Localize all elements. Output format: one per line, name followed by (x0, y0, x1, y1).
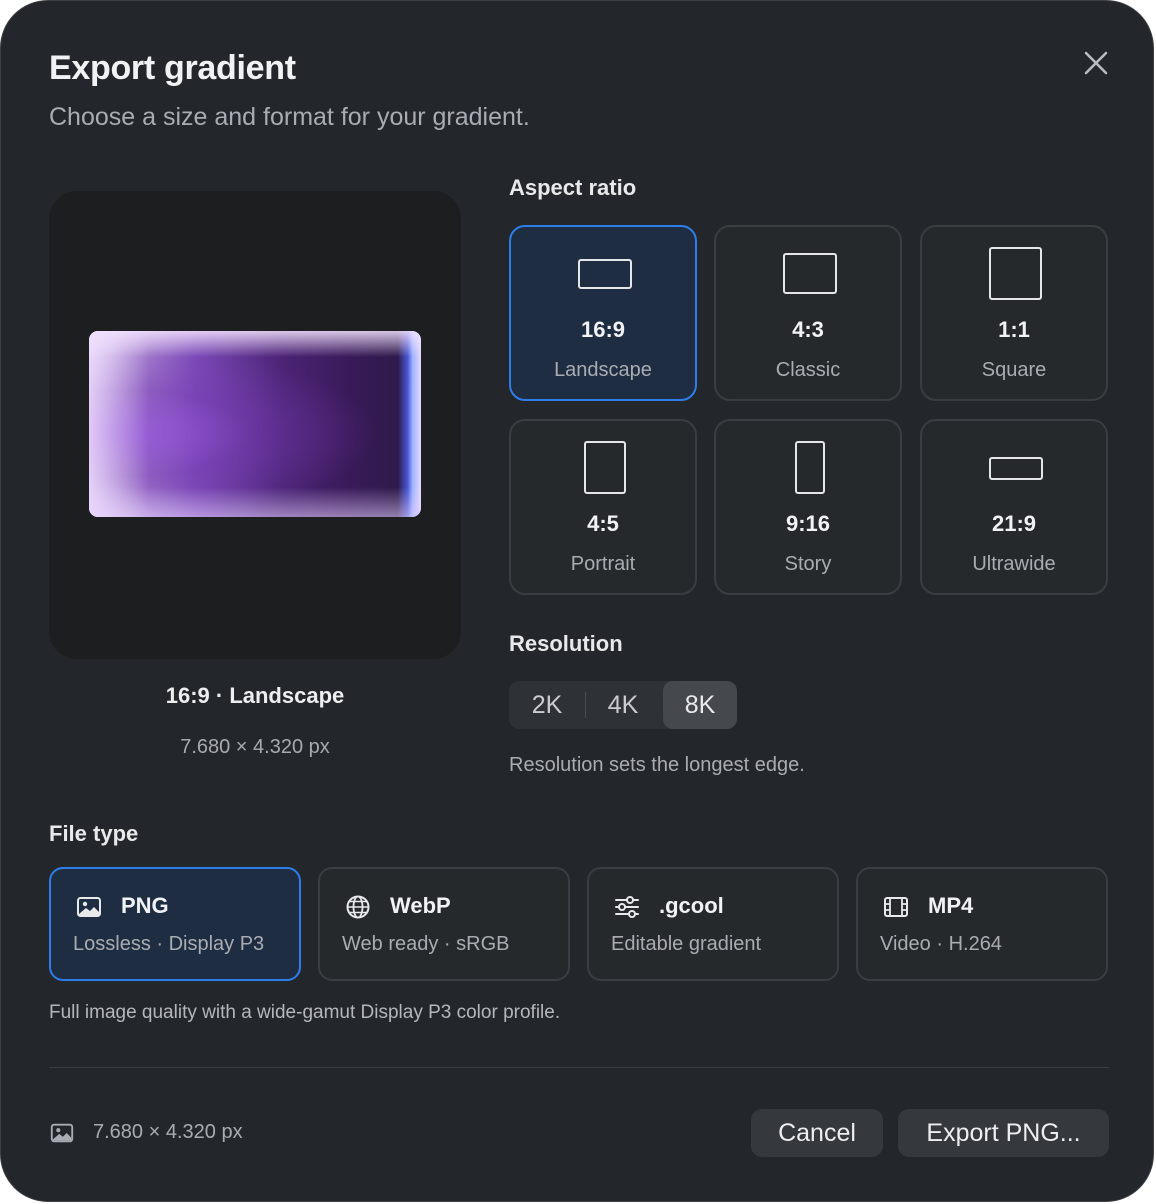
file-type-name: .gcool (659, 893, 724, 918)
export-dialog: Export gradient Choose a size and format… (0, 0, 1154, 1202)
ratio-name: Ultrawide (972, 553, 1056, 575)
story-shape-icon (795, 441, 825, 494)
ratio-value: 21:9 (991, 511, 1037, 536)
preview-ratio-label: 16:9 · Landscape (165, 683, 345, 708)
ultrawide-shape-icon (989, 457, 1043, 480)
resolution-option-4k[interactable]: 4K (585, 681, 661, 729)
segment-divider (585, 692, 586, 718)
ratio-option-1-1[interactable]: 1:1 Square (920, 225, 1108, 401)
sliders-icon (615, 896, 639, 918)
dialog-subtitle: Choose a size and format for your gradie… (49, 103, 530, 131)
ratio-value: 16:9 (580, 317, 626, 342)
file-type-desc: Editable gradient (611, 933, 762, 955)
export-button[interactable]: Export PNG... (898, 1109, 1109, 1157)
file-type-desc: Web ready · sRGB (342, 933, 510, 955)
file-type-png[interactable]: PNG Lossless · Display P3 (49, 867, 301, 981)
file-type-name: PNG (121, 893, 169, 918)
ratio-value: 9:16 (785, 511, 831, 536)
ratio-option-21-9[interactable]: 21:9 Ultrawide (920, 419, 1108, 595)
ratio-option-16-9[interactable]: 16:9 Landscape (509, 225, 697, 401)
footer-dimensions: 7.680 × 4.320 px (93, 1121, 243, 1143)
resolution-option-8k[interactable]: 8K (663, 681, 737, 729)
close-icon (1084, 51, 1108, 75)
portrait-shape-icon (584, 441, 626, 494)
square-shape-icon (989, 247, 1042, 300)
file-type-mp4[interactable]: MP4 Video · H.264 (856, 867, 1108, 981)
close-button[interactable] (1081, 48, 1111, 78)
ratio-name: Classic (775, 359, 841, 381)
cancel-button[interactable]: Cancel (751, 1109, 883, 1157)
ratio-name: Landscape (554, 359, 652, 381)
globe-icon (346, 895, 370, 919)
file-type-help-text: Full image quality with a wide-gamut Dis… (49, 1002, 561, 1023)
ratio-name: Story (784, 553, 832, 575)
ratio-option-4-3[interactable]: 4:3 Classic (714, 225, 902, 401)
ratio-option-4-5[interactable]: 4:5 Portrait (509, 419, 697, 595)
ratio-name: Portrait (570, 553, 636, 575)
dialog-title: Export gradient (49, 49, 296, 87)
file-type-gcool[interactable]: .gcool Editable gradient (587, 867, 839, 981)
preview-dimensions: 7.680 × 4.320 px (180, 736, 330, 758)
file-type-webp[interactable]: WebP Web ready · sRGB (318, 867, 570, 981)
file-type-label: File type (49, 821, 139, 846)
ratio-value: 4:5 (587, 511, 619, 536)
ratio-value: 4:3 (792, 317, 824, 342)
landscape-shape-icon (578, 259, 632, 289)
preview-panel (49, 191, 461, 659)
image-icon (50, 1123, 74, 1143)
ratio-name: Square (981, 359, 1047, 381)
image-icon (77, 897, 101, 917)
ratio-option-9-16[interactable]: 9:16 Story (714, 419, 902, 595)
footer-divider (49, 1067, 1109, 1068)
ratio-value: 1:1 (998, 317, 1030, 342)
film-icon (884, 897, 908, 917)
file-type-name: MP4 (928, 893, 974, 918)
resolution-option-2k[interactable]: 2K (509, 681, 585, 729)
classic-shape-icon (783, 253, 837, 294)
resolution-help-text: Resolution sets the longest edge. (509, 754, 805, 776)
file-type-desc: Lossless · Display P3 (73, 933, 265, 955)
resolution-segmented-control: 2K 4K 8K (509, 681, 737, 729)
gradient-preview (89, 331, 421, 517)
resolution-label: Resolution (509, 631, 623, 656)
file-type-desc: Video · H.264 (880, 933, 1002, 955)
aspect-ratio-label: Aspect ratio (509, 175, 637, 200)
file-type-name: WebP (390, 893, 451, 918)
